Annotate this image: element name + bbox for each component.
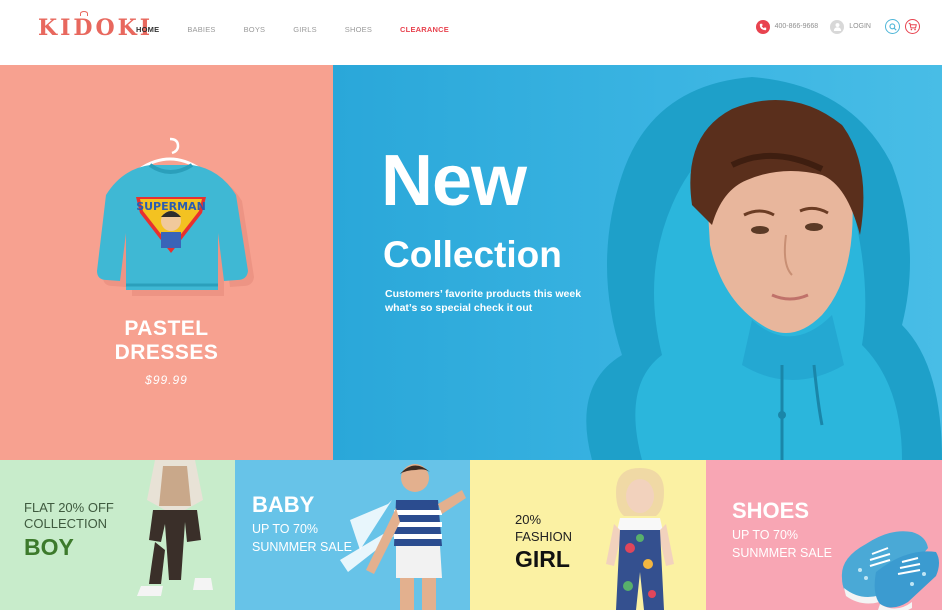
tile-boy-line2: COLLECTION [24, 516, 108, 531]
main-nav: HOME BABIES BOYS GIRLS SHOES CLEARANCE [136, 25, 477, 34]
tile-shoes-sale[interactable]: SHOES UP TO 70% SUNMMER SALE [706, 460, 942, 610]
nav-item-girls[interactable]: GIRLS [293, 25, 317, 34]
user-icon [830, 19, 845, 34]
girl-model-image [606, 468, 674, 610]
tile-shoes-line2: UP TO 70% [732, 528, 799, 542]
phone-icon [755, 19, 770, 34]
tile-baby-sale[interactable]: BABY UP TO 70% SUNMMER SALE [235, 460, 470, 610]
nav-item-boys[interactable]: BOYS [244, 25, 266, 34]
nav-item-babies[interactable]: BABIES [187, 25, 215, 34]
tile-baby-line2: UP TO 70% [252, 522, 319, 536]
nav-item-shoes[interactable]: SHOES [345, 25, 372, 34]
nav-item-home[interactable]: HOME [136, 25, 159, 34]
site-header: KIDOKI HOME BABIES BOYS GIRLS SHOES CLEA… [0, 0, 942, 65]
header-actions: 400-866-9668 LOGIN [755, 19, 920, 34]
phone-number: 400-866-9668 [774, 23, 819, 30]
hero-subtext: Customers’ favorite products this week w… [385, 287, 581, 315]
sweater-product-image: SUPERMAN [97, 137, 254, 296]
promo-price: $99.99 [145, 373, 188, 387]
tile-baby-title: BABY [252, 492, 315, 517]
tile-girl-line2: FASHION [515, 529, 573, 544]
promo-pastel-dresses[interactable]: SUPERMAN PASTEL DRESSES $99.99 [0, 65, 333, 460]
tile-girl-fashion[interactable]: 20% FASHION GIRL [470, 460, 706, 610]
cart-icon[interactable] [905, 19, 920, 34]
tile-girl-line1: 20% [515, 512, 542, 527]
tile-boy-collection[interactable]: FLAT 20% OFF COLLECTION BOY [0, 460, 235, 610]
svg-text:SUPERMAN: SUPERMAN [136, 200, 206, 213]
tile-girl-title: GIRL [515, 546, 570, 572]
tile-boy-title: BOY [24, 534, 74, 560]
hero-headline-collection: Collection [383, 234, 562, 275]
promo-title-line2: DRESSES [114, 341, 219, 364]
promo-title: PASTEL DRESSES [0, 317, 333, 365]
promo-title-line1: PASTEL [124, 317, 209, 340]
hero-headline: New [381, 141, 527, 221]
boy-model-image [137, 460, 213, 596]
tile-shoes-line3: SUNMMER SALE [732, 546, 833, 560]
logo-crown-icon [80, 11, 88, 16]
hero-subtext-line1: Customers’ favorite products this week [385, 288, 582, 300]
boy-in-hoodie-image [586, 77, 942, 460]
tile-boy-line1: FLAT 20% OFF [24, 500, 114, 515]
nav-item-clearance[interactable]: CLEARANCE [400, 25, 449, 34]
login-link[interactable]: LOGIN [849, 23, 871, 30]
baby-model-image [340, 464, 466, 610]
sneakers-image [841, 531, 939, 610]
hero-banner-new-collection[interactable]: New Collection Customers’ favorite produ… [333, 65, 942, 460]
search-icon[interactable] [885, 19, 900, 34]
hero-subtext-line2: what’s so special check it out [385, 302, 533, 314]
tile-shoes-title: SHOES [732, 498, 810, 523]
